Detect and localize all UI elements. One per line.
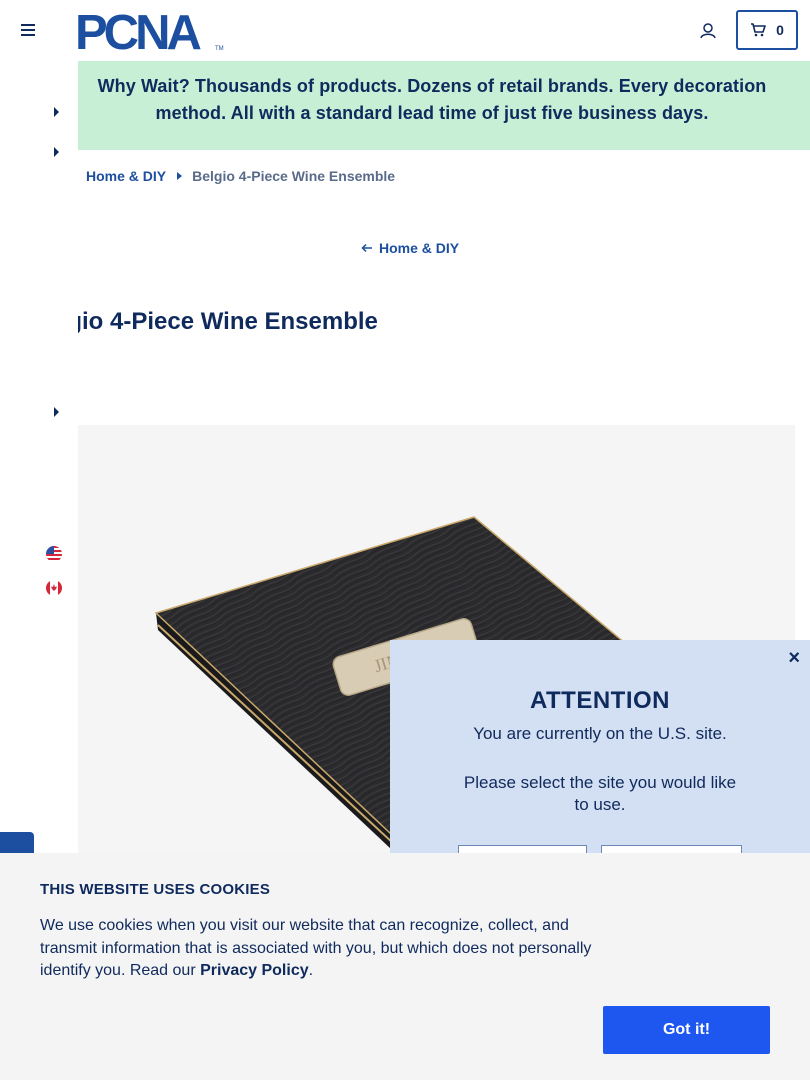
canada-flag-icon[interactable] [46, 580, 62, 596]
cookie-banner: THIS WEBSITE USES COOKIES We use cookies… [0, 853, 810, 1080]
attention-modal: × ATTENTION You are currently on the U.S… [390, 640, 810, 875]
cookie-title: THIS WEBSITE USES COOKIES [40, 881, 271, 898]
promo-text: Why Wait? Thousands of products. Dozens … [97, 76, 767, 123]
menu-icon[interactable] [20, 21, 36, 39]
privacy-policy-link[interactable]: Privacy Policy [200, 962, 309, 979]
cart-count: 0 [776, 22, 784, 38]
breadcrumb-current: Belgio 4-Piece Wine Ensemble [192, 168, 396, 184]
breadcrumb: Home & DIY Belgio 4-Piece Wine Ensemble [86, 168, 395, 184]
side-caret-icon[interactable] [54, 107, 59, 117]
logo-text: PCNA [75, 6, 201, 54]
product-title: Belgio 4-Piece Wine Ensemble [30, 308, 378, 335]
side-caret-icon[interactable] [54, 147, 59, 157]
cart-button[interactable]: 0 [736, 10, 798, 50]
pcna-logo[interactable]: PCNA TM [75, 6, 225, 54]
attention-message: You are currently on the U.S. site. [473, 724, 727, 743]
attention-title: ATTENTION [529, 687, 671, 714]
trademark-text: TM [215, 46, 224, 52]
attention-prompt: Please select the site you would like to… [463, 773, 737, 814]
side-panel [0, 61, 78, 853]
side-caret-icon[interactable] [54, 407, 59, 417]
close-icon[interactable]: × [788, 648, 800, 668]
got-it-button[interactable]: Got it! [603, 1006, 770, 1054]
back-link[interactable]: Home & DIY [361, 240, 459, 256]
cart-icon [751, 23, 766, 37]
site-header: PCNA TM 0 [0, 0, 810, 61]
cookie-body: We use cookies when you visit our websit… [40, 917, 592, 979]
cookie-period: . [308, 962, 314, 979]
cookie-text: We use cookies when you visit our websit… [40, 915, 610, 983]
breadcrumb-category[interactable]: Home & DIY [86, 168, 166, 184]
promo-banner: Why Wait? Thousands of products. Dozens … [0, 61, 810, 150]
arrow-left-icon [361, 243, 372, 253]
us-flag-icon[interactable] [46, 546, 62, 562]
back-link-label: Home & DIY [379, 240, 460, 256]
breadcrumb-separator-icon [177, 172, 183, 180]
account-icon[interactable] [697, 20, 719, 42]
